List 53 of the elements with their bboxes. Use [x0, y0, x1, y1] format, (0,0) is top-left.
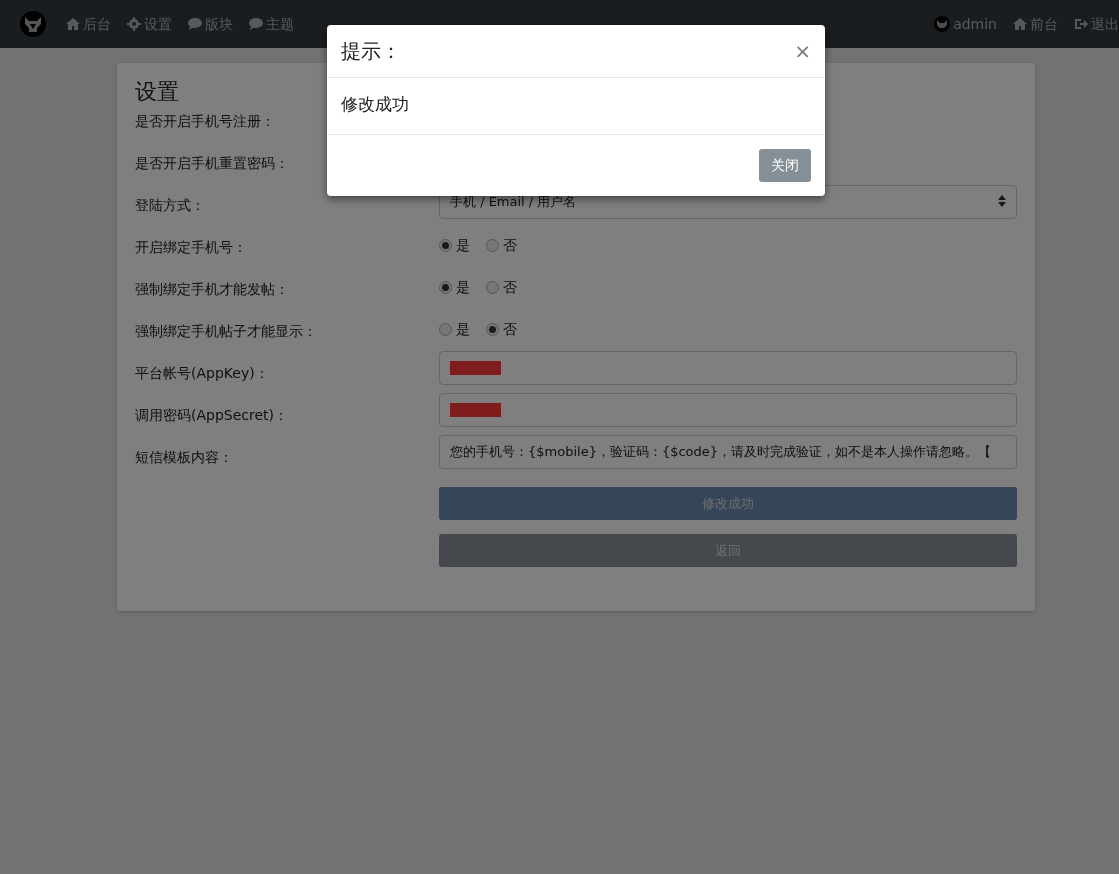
speech-bubble-icon — [188, 17, 202, 31]
radio-button[interactable] — [439, 281, 452, 295]
input-field[interactable] — [439, 393, 1017, 428]
nav-link[interactable]: admin — [934, 13, 997, 35]
settings-icon — [127, 17, 141, 31]
sign-out-icon — [1074, 17, 1088, 31]
field-label: 是否开启手机重置密码： — [135, 154, 290, 174]
radio-option[interactable]: 是 — [439, 277, 470, 299]
radio-button[interactable] — [439, 239, 452, 253]
radio-button[interactable] — [486, 323, 499, 337]
input-field[interactable] — [439, 351, 1017, 386]
field-label: 调用密码(AppSecret)： — [135, 406, 290, 426]
settings-title: 设置 — [135, 79, 179, 106]
radio-option[interactable]: 否 — [486, 235, 517, 257]
nav-link[interactable]: 前台 — [1013, 13, 1058, 35]
radio-label: 否 — [503, 278, 517, 298]
radio-label: 是 — [456, 236, 470, 256]
input-field[interactable]: 您的手机号：{$mobile}，验证码：{$code}，请及时完成验证，如不是本人操作请忽略。【 — [439, 435, 1017, 470]
modal-title: 提示： — [341, 39, 401, 63]
house-icon — [1013, 17, 1027, 31]
radio-button[interactable] — [486, 281, 499, 295]
field-label: 强制绑定手机才能发帖： — [135, 280, 290, 300]
nav-link[interactable]: 主题 — [249, 13, 294, 35]
radio-option[interactable]: 是 — [439, 235, 470, 257]
nav-link[interactable]: 版块 — [188, 13, 233, 35]
nav-link[interactable]: 设置 — [127, 13, 172, 35]
redaction-mark — [450, 361, 501, 376]
nav-link[interactable]: 退出 — [1074, 13, 1119, 35]
field-label: 短信模板内容： — [135, 448, 234, 468]
nav-link[interactable]: 后台 — [66, 13, 111, 35]
radio-button[interactable] — [486, 239, 499, 253]
close-button[interactable]: × — [794, 41, 811, 61]
field-label: 登陆方式： — [135, 196, 206, 216]
sort-caret-icon — [998, 195, 1006, 208]
field-label: 是否开启手机号注册： — [135, 112, 276, 132]
avatar-icon — [934, 16, 951, 32]
close-button[interactable]: 关闭 — [759, 149, 811, 182]
radio-label: 是 — [456, 320, 470, 340]
radio-option[interactable]: 否 — [486, 319, 517, 341]
radio-label: 是 — [456, 278, 470, 298]
radio-button[interactable] — [439, 323, 452, 337]
radio-option[interactable]: 否 — [486, 277, 517, 299]
field-label: 开启绑定手机号： — [135, 238, 248, 258]
modal-message: 修改成功 — [327, 78, 825, 135]
field-label: 强制绑定手机帖子才能显示： — [135, 322, 318, 342]
house-icon — [66, 17, 80, 31]
radio-label: 否 — [503, 320, 517, 340]
redaction-mark — [450, 403, 501, 418]
logo-icon[interactable] — [20, 11, 46, 37]
radio-option[interactable]: 是 — [439, 319, 470, 341]
radio-label: 否 — [503, 236, 517, 256]
field-label: 平台帐号(AppKey)： — [135, 364, 270, 384]
speech-bubble-icon — [249, 17, 263, 31]
